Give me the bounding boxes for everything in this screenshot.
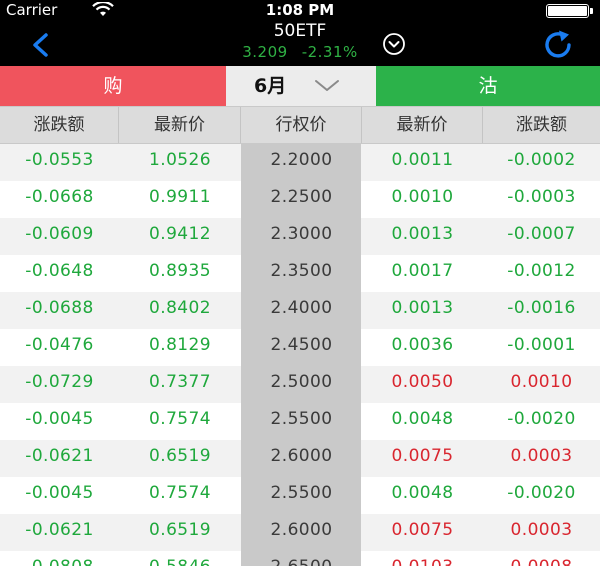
put-change-cell: -0.0020 — [507, 483, 576, 503]
month-label: 6月 — [254, 75, 287, 97]
call-change-cell: -0.0668 — [25, 187, 94, 207]
put-price-cell: 0.0048 — [391, 409, 454, 429]
table-row[interactable]: -0.0553 1.0526 2.2000 0.0011 -0.0002 — [0, 144, 600, 181]
strike-cell: 2.3500 — [270, 261, 333, 281]
call-price-cell: 0.7574 — [149, 483, 211, 503]
strike-cell: 2.4000 — [270, 298, 333, 318]
put-price-cell: 0.0075 — [391, 520, 454, 540]
strike-cell: 2.5500 — [270, 483, 333, 503]
strike-cell: 2.3000 — [270, 224, 333, 244]
put-price-cell: 0.0017 — [391, 261, 454, 281]
put-change-cell: 0.0003 — [510, 520, 573, 540]
col-put-price: 最新价 — [362, 107, 483, 143]
call-price-cell: 0.8402 — [149, 298, 211, 318]
call-change-cell: -0.0045 — [25, 409, 94, 429]
call-change-cell: -0.0476 — [25, 335, 94, 355]
table-row[interactable]: -0.0648 0.8935 2.3500 0.0017 -0.0012 — [0, 255, 600, 292]
strike-cell: 2.6000 — [270, 446, 333, 466]
call-change-cell: -0.0688 — [25, 298, 94, 318]
chevron-down-icon — [315, 80, 339, 91]
table-row[interactable]: -0.0609 0.9412 2.3000 0.0013 -0.0007 — [0, 218, 600, 255]
col-put-change: 涨跌额 — [516, 115, 567, 135]
strike-cell: 2.6000 — [270, 520, 333, 540]
last-price: 3.209 — [242, 43, 288, 61]
table-row[interactable]: -0.0045 0.7574 2.5500 0.0048 -0.0020 — [0, 403, 600, 440]
put-price-cell: 0.0048 — [391, 483, 454, 503]
put-change-cell: -0.0016 — [507, 298, 576, 318]
table-row[interactable]: -0.0729 0.7377 2.5000 0.0050 0.0010 — [0, 366, 600, 403]
table-row[interactable]: -0.0621 0.6519 2.6000 0.0075 0.0003 — [0, 514, 600, 551]
strike-cell: 2.5500 — [270, 409, 333, 429]
call-price-cell: 0.6519 — [149, 446, 211, 466]
put-change-cell: -0.0002 — [507, 150, 576, 170]
col-call-price: 最新价 — [119, 107, 241, 143]
call-change-cell: -0.0553 — [25, 150, 94, 170]
put-change-cell: -0.0003 — [507, 187, 576, 207]
put-price-cell: 0.0011 — [391, 150, 454, 170]
put-price-cell: 0.0075 — [391, 446, 454, 466]
call-change-cell: -0.0609 — [25, 224, 94, 244]
put-price-cell: 0.0010 — [391, 187, 454, 207]
table-header: 涨跌额 最新价 行权价 最新价 涨跌额 — [0, 106, 600, 144]
put-price-cell: 0.0013 — [391, 298, 454, 318]
strike-cell: 2.5000 — [270, 372, 333, 392]
strike-cell: 2.6500 — [241, 551, 362, 566]
strike-cell: 2.4500 — [270, 335, 333, 355]
call-tab[interactable]: 购 — [0, 66, 226, 106]
call-price-cell: 1.0526 — [149, 150, 211, 170]
put-price-cell: 0.0036 — [391, 335, 454, 355]
call-change-cell: -0.0621 — [25, 520, 94, 540]
call-price-cell: 0.9412 — [149, 224, 211, 244]
strike-cell: 2.2500 — [270, 187, 333, 207]
call-price-cell: 0.6519 — [149, 520, 211, 540]
battery-icon — [546, 4, 589, 18]
options-table: -0.0553 1.0526 2.2000 0.0011 -0.0002 -0.0668 0… — [0, 144, 600, 566]
put-change-cell: -0.0007 — [507, 224, 576, 244]
call-price-cell: 0.8129 — [149, 335, 211, 355]
table-row[interactable]: -0.0045 0.7574 2.5500 0.0048 -0.0020 — [0, 477, 600, 514]
put-change-cell: -0.0001 — [507, 335, 576, 355]
call-price-cell: 0.7574 — [149, 409, 211, 429]
put-price-cell: 0.0050 — [391, 372, 454, 392]
put-change-cell: 0.0010 — [510, 372, 573, 392]
table-row[interactable]: -0.08080.58462.65000.01030.0008 — [0, 551, 600, 566]
table-row[interactable]: -0.0688 0.8402 2.4000 0.0013 -0.0016 — [0, 292, 600, 329]
circle-chevron-down-icon[interactable] — [382, 32, 406, 56]
battery-tip — [590, 8, 593, 14]
put-change-cell: 0.0003 — [510, 446, 573, 466]
put-tab[interactable]: 沽 — [376, 66, 600, 106]
call-change-cell: -0.0045 — [25, 483, 94, 503]
table-row[interactable]: -0.0476 0.8129 2.4500 0.0036 -0.0001 — [0, 329, 600, 366]
put-price-cell: 0.0013 — [391, 224, 454, 244]
call-price-cell: 0.7377 — [149, 372, 211, 392]
put-change-cell: -0.0020 — [507, 409, 576, 429]
table-row[interactable]: -0.0621 0.6519 2.6000 0.0075 0.0003 — [0, 440, 600, 477]
call-price-cell: 0.5846 — [119, 551, 241, 566]
table-row[interactable]: -0.0668 0.9911 2.2500 0.0010 -0.0003 — [0, 181, 600, 218]
put-change-cell: 0.0008 — [483, 551, 600, 566]
put-change-cell: -0.0012 — [507, 261, 576, 281]
call-change-cell: -0.0621 — [25, 446, 94, 466]
col-strike: 行权价 — [241, 107, 362, 143]
call-change-cell: -0.0648 — [25, 261, 94, 281]
month-selector[interactable]: 6月 — [226, 66, 376, 106]
page-title: 50ETF — [273, 21, 327, 41]
status-bar: Carrier 1:08 PM — [0, 0, 600, 20]
call-price-cell: 0.8935 — [149, 261, 211, 281]
refresh-icon[interactable] — [540, 30, 576, 60]
price-summary: 3.209 -2.31% — [0, 43, 600, 61]
clock: 1:08 PM — [265, 1, 335, 19]
strike-cell: 2.2000 — [270, 150, 333, 170]
call-change-cell: -0.0729 — [25, 372, 94, 392]
price-change: -2.31% — [301, 43, 358, 61]
call-change-cell: -0.0808 — [0, 551, 119, 566]
call-price-cell: 0.9911 — [149, 187, 211, 207]
put-price-cell: 0.0103 — [362, 551, 483, 566]
option-type-selector: 购 6月 沽 — [0, 66, 600, 106]
col-call-change: 涨跌额 — [0, 107, 119, 143]
nav-bar: 50ETF 3.209 -2.31% — [0, 20, 600, 66]
